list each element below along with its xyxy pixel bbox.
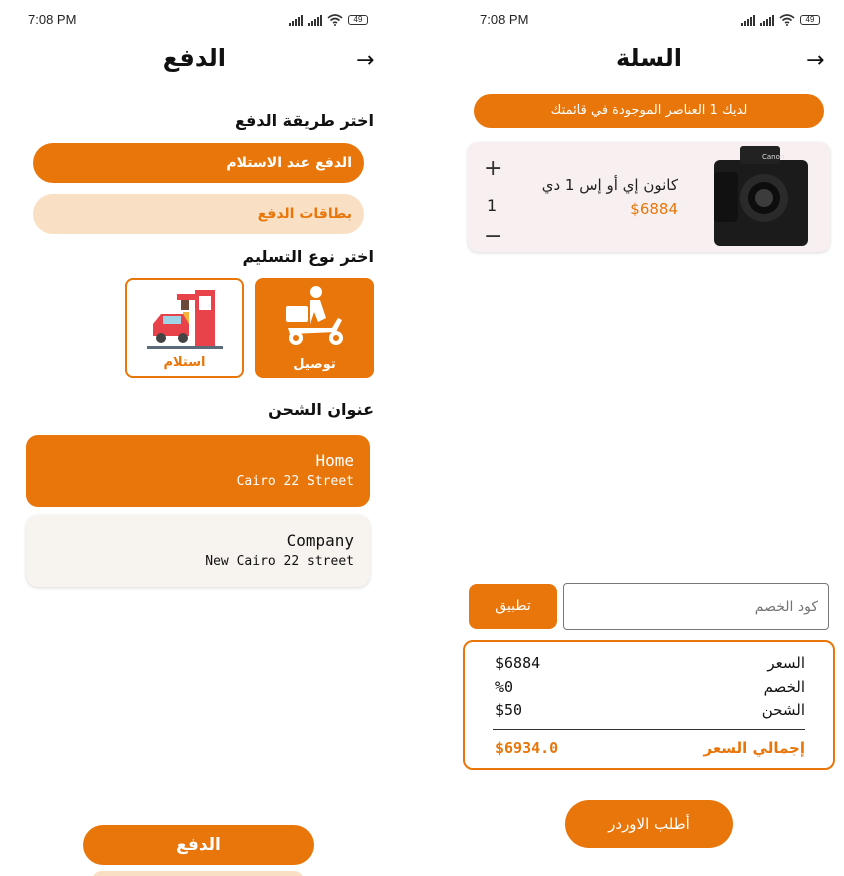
item-price: $6884 [630, 200, 678, 218]
wifi-icon [327, 14, 343, 26]
cart-item-card: + 1 − كانون إي أو إس 1 دي $6884 Canon [468, 142, 830, 252]
delivery-option-tile[interactable]: توصيل [255, 278, 374, 378]
status-bar: 7:08 PM 49 [480, 12, 820, 30]
pickup-car-icon [147, 290, 223, 349]
cart-screen: 7:08 PM 49 → السلة لديك 1 العناصر الموجو… [452, 0, 844, 876]
item-name: كانون إي أو إس 1 دي [541, 176, 678, 194]
delivery-option-label: توصيل [293, 357, 336, 372]
status-time: 7:08 PM [28, 12, 77, 27]
battery-icon: 49 [800, 15, 820, 25]
pickup-option-tile[interactable]: استلام [125, 278, 244, 378]
payment-method-heading: اختر طريقة الدفع [234, 111, 374, 130]
summary-divider [493, 729, 805, 730]
order-summary-box: $6884 السعر %0 الخصم $50 الشحن $6934.0 إ… [463, 640, 835, 770]
apply-coupon-button[interactable]: تطبيق [469, 584, 557, 629]
back-arrow-icon[interactable]: → [806, 48, 824, 73]
payment-cards-option[interactable]: بطاقات الدفع [33, 194, 364, 234]
signal-icon [741, 14, 755, 26]
cart-count-banner: لديك 1 العناصر الموجودة في قائمتك [474, 94, 824, 128]
signal-icon [760, 14, 774, 26]
coupon-input[interactable] [563, 583, 829, 630]
delivery-scooter-icon [286, 286, 343, 345]
page-title: الدفع [162, 44, 226, 72]
camera-brand-text: Canon [762, 153, 784, 161]
page-title: السلة [615, 44, 682, 72]
secondary-button-edge [92, 871, 304, 876]
wifi-icon [779, 14, 795, 26]
pay-button[interactable]: الدفع [83, 825, 314, 865]
address-name: Company [286, 531, 354, 550]
address-card-home[interactable]: Home Cairo 22 Street [26, 435, 370, 507]
summary-value: $50 [495, 701, 523, 719]
summary-label: الشحن [761, 701, 805, 719]
summary-value: $6884 [495, 654, 541, 672]
summary-label: الخصم [763, 678, 805, 696]
address-card-company[interactable]: Company New Cairo 22 street [26, 515, 370, 587]
place-order-button[interactable]: أطلب الاوردر [565, 800, 733, 848]
address-street: Cairo 22 Street [236, 474, 354, 489]
signal-icon [308, 14, 322, 26]
cash-on-delivery-option[interactable]: الدفع عند الاستلام [33, 143, 364, 183]
summary-value: %0 [495, 678, 514, 696]
item-quantity: 1 [487, 196, 498, 215]
address-name: Home [315, 451, 354, 470]
total-value: $6934.0 [495, 739, 559, 757]
status-time: 7:08 PM [480, 12, 529, 27]
status-bar: 7:08 PM 49 [28, 12, 368, 30]
payment-screen: 7:08 PM 49 → الدفع اختر طريقة الدفع الدف… [0, 0, 394, 876]
total-label: إجمالي السعر [703, 739, 805, 757]
pickup-option-label: استلام [163, 355, 206, 370]
battery-icon: 49 [348, 15, 368, 25]
summary-label: السعر [767, 654, 805, 672]
increase-quantity-icon[interactable]: + [484, 156, 502, 181]
signal-icon [289, 14, 303, 26]
delivery-type-heading: اختر نوع التسليم [242, 247, 374, 266]
decrease-quantity-icon[interactable]: − [484, 224, 502, 249]
shipping-address-heading: عنوان الشحن [268, 400, 374, 419]
camera-image: Canon [714, 146, 808, 246]
address-street: New Cairo 22 street [205, 554, 354, 569]
back-arrow-icon[interactable]: → [356, 48, 374, 73]
